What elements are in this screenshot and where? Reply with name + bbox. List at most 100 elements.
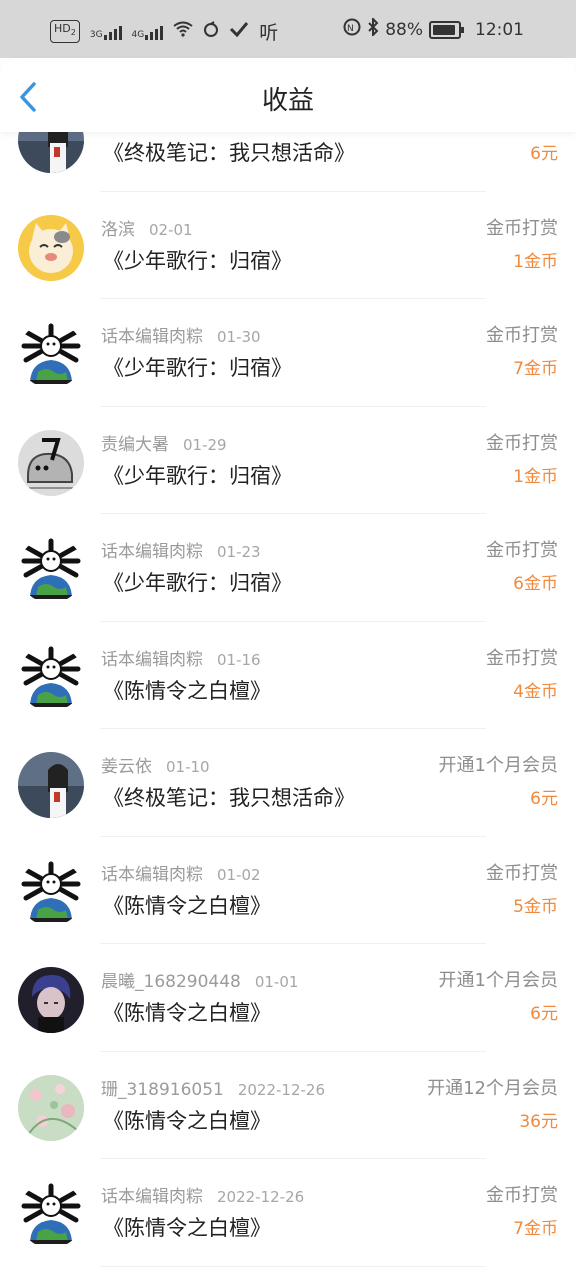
book-title: 《少年歌行：归宿》 (103, 571, 292, 595)
avatar[interactable] (18, 967, 84, 1033)
bluetooth-icon (367, 16, 379, 41)
item-meta: 珊_318916051 2022-12-26 (101, 1075, 325, 1100)
date: 01-01 (254, 973, 299, 991)
earning-item[interactable]: 晨曦_168290448 01-01 《陈情令之白檀》 开通1个月会员 6元 (0, 944, 576, 1052)
avatar[interactable] (18, 322, 84, 388)
date: 01-29 (183, 435, 227, 454)
nav-header: 收益 (0, 58, 576, 132)
avatar[interactable] (18, 214, 84, 281)
earning-type: 金币打赏 (486, 432, 558, 454)
earning-amount: 5金币 (513, 896, 558, 917)
battery-icon (429, 20, 464, 39)
book-title: 《陈情令之白檀》 (103, 1108, 271, 1133)
earning-amount: 4金币 (513, 681, 558, 702)
earning-amount: 6元 (530, 144, 558, 164)
username: 珊_318916051 (101, 1079, 224, 1100)
item-meta: 话本编辑肉粽 01-02 (101, 860, 261, 885)
signal-3g-icon: 3G (90, 24, 122, 40)
earnings-list: 姜云依今天 06:10《终极笔记：我只想活命》开通1个月会员6元洛滨02-01《… (0, 84, 576, 1267)
date: 01-23 (217, 543, 261, 561)
listen-icon: 听 (259, 22, 279, 44)
item-meta: 话本编辑肉粽 2022-12-26 (101, 1182, 304, 1207)
earning-amount: 6元 (530, 1004, 558, 1024)
svg-text:N: N (347, 24, 354, 34)
earning-type: 金币打赏 (486, 217, 558, 239)
item-meta: 姜云依 01-10 (101, 752, 210, 777)
earning-amount: 1金币 (513, 251, 558, 272)
item-meta: 话本编辑肉粽 01-23 (101, 537, 261, 562)
book-title: 《陈情令之白檀》 (103, 678, 271, 703)
username: 话本编辑肉粽 (101, 649, 203, 670)
book-title: 《少年歌行：归宿》 (103, 463, 292, 488)
earning-type: 开通1个月会员 (438, 755, 558, 776)
username: 话本编辑肉粽 (101, 327, 203, 347)
status-left: HD2 3G 4G 听 (50, 18, 278, 45)
book-title: 《陈情令之白檀》 (103, 893, 271, 918)
username: 话本编辑肉粽 (101, 542, 203, 562)
earning-amount: 7金币 (513, 359, 558, 379)
username: 话本编辑肉粽 (101, 1187, 203, 1207)
signal-4g-icon: 4G (132, 24, 164, 40)
book-title: 《少年歌行：归宿》 (103, 248, 292, 273)
avatar[interactable] (18, 644, 84, 711)
earning-amount: 36元 (519, 1111, 558, 1132)
avatar[interactable] (18, 752, 84, 818)
earning-item[interactable]: 姜云依 01-10 《终极笔记：我只想活命》 开通1个月会员 6元 (0, 729, 576, 837)
username: 姜云依 (101, 757, 152, 777)
earning-item[interactable]: 责编大暑 01-29 《少年歌行：归宿》 金币打赏 1金币 (0, 407, 576, 515)
item-meta: 洛滨 02-01 (101, 215, 193, 240)
item-meta: 晨曦_168290448 01-01 (101, 967, 298, 992)
date: 01-02 (217, 865, 261, 884)
tick-notification-icon (229, 21, 249, 42)
earning-item[interactable]: 话本编辑肉粽 2022-12-26 《陈情令之白檀》 金币打赏 7金币 (0, 1159, 576, 1267)
battery-percent: 88% (385, 19, 423, 40)
hd-badge: HD2 (50, 20, 80, 43)
item-meta: 话本编辑肉粽 01-16 (101, 645, 261, 670)
earning-item[interactable]: 话本编辑肉粽 01-02 《陈情令之白檀》 金币打赏 5金币 (0, 837, 576, 945)
book-title: 《终极笔记：我只想活命》 (103, 786, 355, 810)
earning-type: 金币打赏 (486, 325, 558, 346)
date: 2022-12-26 (237, 1080, 326, 1099)
date: 2022-12-26 (217, 1188, 305, 1206)
status-bar: HD2 3G 4G 听 N 88% 12:01 (0, 0, 576, 58)
avatar[interactable] (18, 429, 84, 496)
earning-type: 金币打赏 (486, 862, 558, 884)
book-title: 《少年歌行：归宿》 (103, 356, 292, 380)
page-title: 收益 (261, 86, 314, 116)
earning-item[interactable]: 洛滨 02-01 《少年歌行：归宿》 金币打赏 1金币 (0, 192, 576, 300)
nfc-icon: N (343, 18, 361, 41)
username: 晨曦_168290448 (101, 972, 241, 992)
date: 01-16 (217, 650, 261, 669)
avatar[interactable] (18, 1074, 84, 1141)
item-meta: 话本编辑肉粽 01-30 (101, 322, 261, 347)
item-meta: 责编大暑 01-29 (101, 430, 227, 455)
avatar[interactable] (18, 1182, 84, 1248)
earning-type: 开通12个月会员 (427, 1077, 558, 1099)
earning-item[interactable]: 珊_318916051 2022-12-26 《陈情令之白檀》 开通12个月会员 36元 (0, 1052, 576, 1160)
username: 话本编辑肉粽 (101, 864, 203, 885)
earning-type: 金币打赏 (486, 1185, 558, 1206)
date: 01-10 (166, 758, 210, 776)
avatar[interactable] (18, 859, 84, 926)
earning-amount: 1金币 (513, 466, 558, 487)
earning-amount: 7金币 (513, 1219, 558, 1239)
earning-item[interactable]: 话本编辑肉粽 01-30 《少年歌行：归宿》 金币打赏 7金币 (0, 299, 576, 407)
earning-amount: 6元 (530, 789, 558, 809)
earning-amount: 6金币 (513, 574, 558, 594)
wifi-icon (173, 21, 193, 42)
earning-type: 金币打赏 (486, 647, 558, 669)
date: 01-30 (217, 328, 261, 346)
date: 02-01 (149, 220, 193, 239)
earning-item[interactable]: 话本编辑肉粽 01-16 《陈情令之白檀》 金币打赏 4金币 (0, 622, 576, 730)
earning-type: 开通1个月会员 (438, 970, 558, 991)
clock: 12:01 (475, 19, 524, 40)
avatar[interactable] (18, 537, 84, 603)
app-notification-icon (203, 21, 219, 42)
book-title: 《陈情令之白檀》 (103, 1001, 271, 1025)
earning-item[interactable]: 话本编辑肉粽 01-23 《少年歌行：归宿》 金币打赏 6金币 (0, 514, 576, 622)
status-right: N 88% 12:01 (343, 16, 524, 41)
username: 责编大暑 (101, 434, 169, 455)
earning-type: 金币打赏 (486, 540, 558, 561)
username: 洛滨 (101, 219, 135, 240)
book-title: 《陈情令之白檀》 (103, 1216, 271, 1240)
